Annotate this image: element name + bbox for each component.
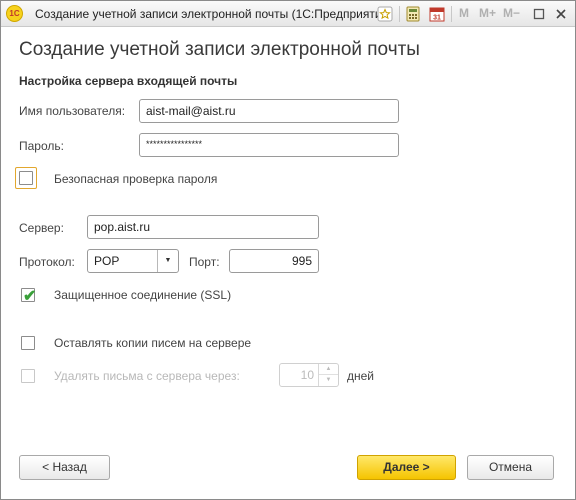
toolbar-separator [399, 6, 400, 22]
ssl-label[interactable]: Защищенное соединение (SSL) [54, 288, 231, 302]
secure-auth-label[interactable]: Безопасная проверка пароля [54, 172, 217, 186]
title-bar: 1С Создание учетной записи электронной п… [1, 1, 575, 27]
password-input[interactable]: **************** [139, 133, 399, 157]
memory-minus-button[interactable]: M− [503, 6, 520, 20]
username-label: Имя пользователя: [19, 104, 126, 118]
back-button[interactable]: < Назад [19, 455, 110, 480]
keep-copies-checkbox[interactable] [21, 336, 35, 350]
chevron-down-icon: ▼ [325, 377, 332, 383]
password-label: Пароль: [19, 139, 64, 153]
delete-after-label: Удалять письма с сервера через: [54, 369, 240, 383]
window-title: Создание учетной записи электронной почт… [35, 7, 393, 21]
maximize-icon[interactable] [529, 4, 549, 24]
calculator-icon[interactable] [403, 4, 423, 24]
delete-days-stepper: 10 ▲ ▼ [279, 363, 339, 387]
toolbar-separator [451, 6, 452, 22]
next-button[interactable]: Далее > [357, 455, 456, 480]
checkbox-box [19, 171, 33, 185]
stepper-buttons: ▲ ▼ [318, 364, 338, 386]
keep-copies-label[interactable]: Оставлять копии писем на сервере [54, 336, 251, 350]
chevron-up-icon: ▲ [319, 364, 338, 375]
favorite-star-icon[interactable] [375, 4, 395, 24]
app-logo-icon: 1С [6, 5, 23, 22]
chevron-down-icon[interactable]: ▼ [157, 250, 178, 272]
ssl-checkbox[interactable]: ✔ [21, 288, 36, 305]
protocol-value: POP [94, 254, 120, 268]
dialog-window: 1С Создание учетной записи электронной п… [0, 0, 576, 500]
memory-button[interactable]: M [459, 6, 469, 20]
delete-days-unit: дней [347, 369, 375, 383]
secure-auth-checkbox[interactable] [15, 167, 37, 189]
delete-after-checkbox [21, 369, 35, 383]
server-label: Сервер: [19, 221, 64, 235]
delete-days-value: 10 [300, 368, 314, 382]
protocol-label: Протокол: [19, 255, 75, 269]
close-icon[interactable] [551, 4, 571, 24]
page-title: Создание учетной записи электронной почт… [19, 39, 420, 60]
svg-text:31: 31 [433, 15, 441, 22]
memory-plus-button[interactable]: M+ [479, 6, 496, 20]
checkmark-icon: ✔ [23, 288, 37, 305]
port-input[interactable]: 995 [229, 249, 319, 273]
protocol-select[interactable]: POP ▼ [87, 249, 179, 273]
username-input[interactable]: aist-mail@aist.ru [139, 99, 399, 123]
calendar-icon[interactable]: 31 [427, 4, 447, 24]
server-input[interactable]: pop.aist.ru [87, 215, 319, 239]
port-label: Порт: [189, 255, 220, 269]
cancel-button[interactable]: Отмена [467, 455, 554, 480]
section-title: Настройка сервера входящей почты [19, 74, 238, 88]
